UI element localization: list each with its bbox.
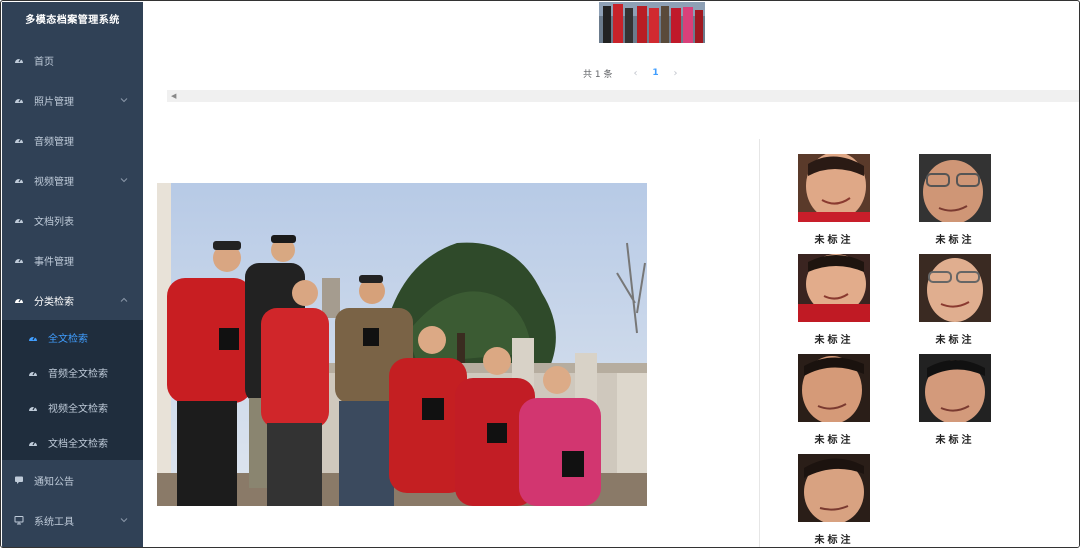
app-window: 多模态档案管理系统 首页 照片管理 音频管理 视频管理 文档列表 事件管理 分类…: [0, 0, 1080, 548]
sidebar-item-label: 视频管理: [34, 176, 74, 188]
face-thumbnail[interactable]: [798, 354, 870, 422]
main-photo[interactable]: [157, 183, 647, 506]
sidebar-item-label: 音频管理: [34, 136, 74, 148]
sidebar-subitem-fulltext-search[interactable]: 全文检索: [2, 320, 143, 355]
sidebar-item-label: 系统工具: [34, 516, 74, 528]
chevron-down-icon: [120, 98, 128, 103]
sidebar-item-audio-management[interactable]: 音频管理: [2, 120, 143, 160]
sidebar-item-label: 全文检索: [48, 334, 88, 345]
dashboard-icon: [28, 368, 38, 378]
dashboard-icon: [28, 403, 38, 413]
sidebar-item-category-search[interactable]: 分类检索: [2, 280, 143, 320]
page-number-current[interactable]: 1: [644, 68, 666, 78]
dashboard-icon: [28, 438, 38, 448]
chevron-down-icon: [120, 178, 128, 183]
face-thumbnail[interactable]: [919, 154, 991, 222]
face-label: 未标注: [814, 535, 854, 546]
sidebar-item-label: 文档全文检索: [48, 439, 108, 450]
dashboard-icon: [28, 333, 38, 343]
main-content: 共 1 条 ‹ 1 › ◀ 未标注 未标注 未标注 未标注 未标注 未标注 未标…: [143, 2, 1079, 547]
dashboard-icon: [14, 175, 24, 185]
face-card[interactable]: 未标注: [798, 154, 870, 246]
face-thumbnail[interactable]: [919, 254, 991, 322]
pagination: 共 1 条 ‹ 1 ›: [583, 64, 684, 82]
face-thumbnail[interactable]: [798, 454, 870, 522]
face-card[interactable]: 未标注: [919, 154, 991, 246]
sidebar-subitem-audio-fulltext-search[interactable]: 音频全文检索: [2, 355, 143, 390]
horizontal-scrollbar[interactable]: ◀: [167, 90, 1079, 102]
dashboard-icon: [14, 295, 24, 305]
face-thumbnail[interactable]: [798, 254, 870, 322]
face-card[interactable]: 未标注: [919, 354, 991, 446]
sidebar-item-label: 事件管理: [34, 256, 74, 268]
sidebar-item-photo-management[interactable]: 照片管理: [2, 80, 143, 120]
face-card[interactable]: 未标注: [919, 254, 991, 346]
next-page-button[interactable]: ›: [666, 68, 684, 79]
category-search-submenu: 全文检索 音频全文检索 视频全文检索 文档全文检索: [2, 320, 143, 460]
dashboard-icon: [14, 95, 24, 105]
app-title: 多模态档案管理系统: [25, 15, 120, 26]
sidebar-item-label: 首页: [34, 56, 54, 68]
face-thumbnail[interactable]: [798, 154, 870, 222]
dashboard-icon: [14, 255, 24, 265]
dashboard-icon: [14, 215, 24, 225]
sidebar-subitem-document-fulltext-search[interactable]: 文档全文检索: [2, 425, 143, 460]
face-label: 未标注: [814, 235, 854, 246]
monitor-icon: [14, 515, 24, 525]
sidebar-subitem-video-fulltext-search[interactable]: 视频全文检索: [2, 390, 143, 425]
sidebar-item-label: 文档列表: [34, 216, 74, 228]
face-card[interactable]: 未标注: [798, 354, 870, 446]
panel-divider: [759, 139, 760, 547]
sidebar-item-label: 音频全文检索: [48, 369, 108, 380]
face-card[interactable]: 未标注: [798, 254, 870, 346]
face-label: 未标注: [935, 335, 975, 346]
prev-page-button[interactable]: ‹: [626, 68, 644, 79]
face-label: 未标注: [814, 435, 854, 446]
face-card[interactable]: 未标注: [798, 454, 870, 546]
chevron-down-icon: [120, 518, 128, 523]
sidebar-item-home[interactable]: 首页: [2, 40, 143, 80]
sidebar-item-event-management[interactable]: 事件管理: [2, 240, 143, 280]
sidebar-item-notices[interactable]: 通知公告: [2, 460, 143, 500]
sidebar-item-video-management[interactable]: 视频管理: [2, 160, 143, 200]
sidebar-item-label: 视频全文检索: [48, 404, 108, 415]
sidebar: 多模态档案管理系统 首页 照片管理 音频管理 视频管理 文档列表 事件管理 分类…: [2, 2, 143, 547]
message-icon: [14, 475, 24, 485]
sidebar-item-label: 通知公告: [34, 476, 74, 488]
dashboard-icon: [14, 135, 24, 145]
dashboard-icon: [14, 55, 24, 65]
sidebar-item-label: 分类检索: [34, 296, 74, 308]
face-label: 未标注: [935, 235, 975, 246]
face-label: 未标注: [814, 335, 854, 346]
chevron-up-icon: [120, 297, 128, 302]
face-thumbnail[interactable]: [919, 354, 991, 422]
scroll-left-icon[interactable]: ◀: [171, 92, 176, 100]
sidebar-item-label: 照片管理: [34, 96, 74, 108]
sidebar-item-document-list[interactable]: 文档列表: [2, 200, 143, 240]
sidebar-item-system-tools[interactable]: 系统工具: [2, 500, 143, 540]
face-label: 未标注: [935, 435, 975, 446]
result-thumbnail[interactable]: [599, 2, 705, 43]
pagination-total: 共 1 条: [583, 69, 613, 80]
